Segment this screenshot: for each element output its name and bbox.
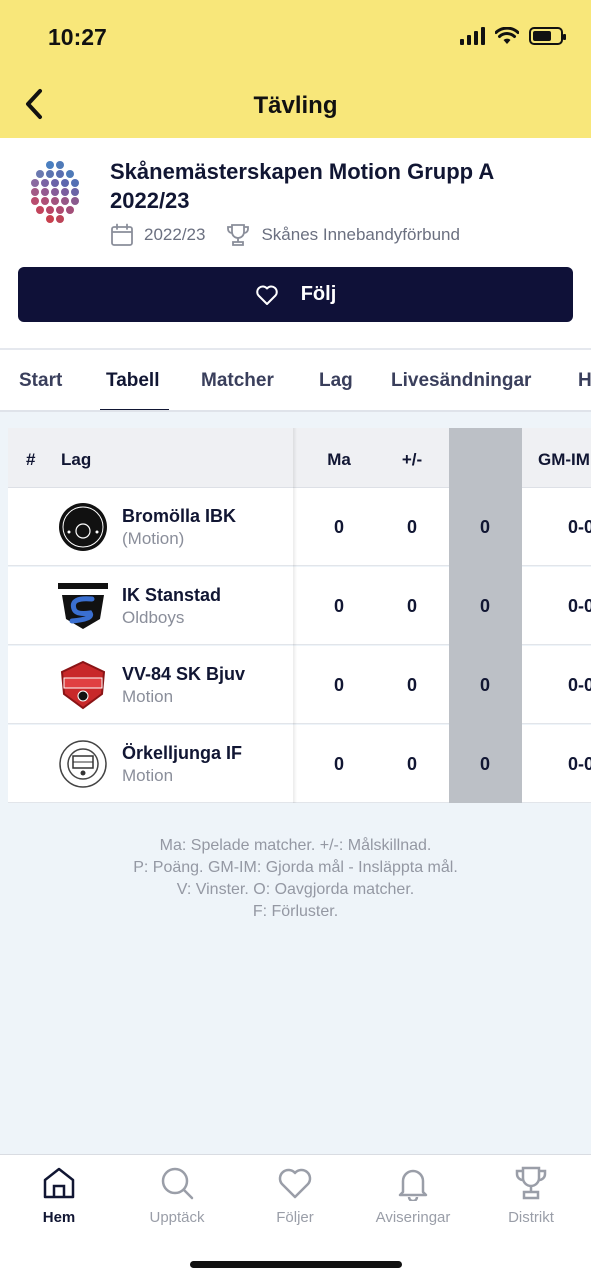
played-cell: 0 <box>333 675 344 695</box>
played-cell: 0 <box>333 596 344 616</box>
status-bar: 10:27 <box>0 0 591 70</box>
tab-distrikt[interactable]: Distrikt <box>472 1165 590 1226</box>
points-cell: 0 <box>479 596 490 616</box>
team-name: VV-84 SK Bjuv <box>122 664 246 684</box>
goal-diff-cell: 0 <box>406 675 417 695</box>
vv84-logo <box>60 660 106 710</box>
organizer-name: Skånes Innebandyförbund <box>261 225 460 244</box>
tab-start[interactable]: Start <box>19 370 62 392</box>
status-time: 10:27 <box>48 24 107 50</box>
heart-icon <box>255 285 278 305</box>
competition-title: Skånemästerskapen Motion Grupp A 2022/23 <box>110 159 494 213</box>
tab-upptack[interactable]: Upptäck <box>118 1165 236 1226</box>
competition-logo <box>31 161 79 223</box>
tab-label: Upptäck <box>149 1209 205 1226</box>
home-icon <box>43 1167 75 1199</box>
competition-season: 2022/23 <box>144 225 206 244</box>
home-indicator <box>190 1261 402 1268</box>
tab-label: Följer <box>276 1209 314 1226</box>
played-cell: 0 <box>333 517 344 537</box>
trophy-icon <box>515 1166 547 1200</box>
search-icon <box>161 1167 194 1200</box>
legend-line: Ma: Spelade matcher. +/-: Målskillnad. <box>159 837 432 854</box>
competition-meta: 2022/23 Skånes Innebandyförbund <box>110 222 460 248</box>
tab-hem[interactable]: Hem <box>0 1165 118 1226</box>
goals-cell: 0-0 <box>567 517 591 537</box>
table-legend: Ma: Spelade matcher. +/-: Målskillnad. P… <box>0 835 591 923</box>
points-cell: 0 <box>479 675 490 695</box>
standings-table[interactable]: # Lag Ma +/- P GM-IM Bromölla IBK (Motio… <box>8 428 591 803</box>
team-subtitle: Oldboys <box>122 608 185 627</box>
bromolla-logo <box>59 503 107 551</box>
orkelljunga-logo <box>59 740 107 788</box>
team-name: Örkelljunga IF <box>122 743 243 763</box>
tab-more[interactable]: H <box>578 370 591 392</box>
goals-cell: 0-0 <box>567 596 591 616</box>
tab-lag[interactable]: Lag <box>319 370 353 392</box>
legend-line: P: Poäng. GM-IM: Gjorda mål - Insläppta … <box>133 859 458 876</box>
bell-icon <box>398 1169 428 1201</box>
tab-matcher[interactable]: Matcher <box>201 370 274 392</box>
team-name: IK Stanstad <box>122 585 222 605</box>
heart-icon <box>278 1168 312 1199</box>
page-title: Tävling <box>253 92 338 119</box>
tab-foljer[interactable]: Följer <box>236 1165 354 1226</box>
played-cell: 0 <box>333 754 344 774</box>
tab-tabell[interactable]: Tabell <box>106 370 160 392</box>
tab-label: Aviseringar <box>375 1209 451 1226</box>
wifi-icon <box>495 27 519 44</box>
goal-diff-cell: 0 <box>406 517 417 537</box>
header-diff: +/- <box>401 450 423 469</box>
team-subtitle: Motion <box>122 687 174 706</box>
tab-label: Hem <box>42 1209 76 1226</box>
sticky-column-shadow <box>293 428 297 803</box>
competition-tabs: Start Tabell Matcher Lag Livesändningar … <box>0 348 591 412</box>
trophy-icon <box>227 224 250 246</box>
organizer: Skånes Innebandyförbund <box>225 222 460 248</box>
status-icons <box>460 27 566 45</box>
legend-line: V: Vinster. O: Oavgjorda matcher. <box>176 881 415 898</box>
header-goals: GM-IM <box>538 450 590 469</box>
header-rank: # <box>26 450 36 469</box>
team-subtitle: Motion <box>122 766 174 785</box>
goals-cell: 0-0 <box>567 754 591 774</box>
follow-label: Följ <box>300 283 337 305</box>
points-cell: 0 <box>479 517 490 537</box>
active-tab-indicator <box>100 409 169 410</box>
tab-aviseringar[interactable]: Aviseringar <box>354 1165 472 1226</box>
tab-label: Distrikt <box>508 1209 554 1226</box>
header-played: Ma <box>327 450 351 469</box>
competition-header: Skånemästerskapen Motion Grupp A 2022/23… <box>0 138 591 348</box>
team-subtitle: (Motion) <box>122 529 185 548</box>
header-team: Lag <box>61 450 92 469</box>
goals-cell: 0-0 <box>567 675 591 695</box>
goal-diff-cell: 0 <box>406 596 417 616</box>
calendar-icon <box>111 223 133 246</box>
stanstad-logo <box>58 583 108 629</box>
legend-line: F: Förluster. <box>252 903 339 920</box>
tab-livesandningar[interactable]: Livesändningar <box>391 370 531 392</box>
goal-diff-cell: 0 <box>406 754 417 774</box>
team-name: Bromölla IBK <box>122 506 237 526</box>
battery-icon <box>529 27 566 45</box>
follow-button[interactable]: Följ <box>18 267 573 322</box>
cellular-signal-icon <box>460 27 485 45</box>
points-cell: 0 <box>479 754 490 774</box>
nav-bar: Tävling <box>0 70 591 138</box>
